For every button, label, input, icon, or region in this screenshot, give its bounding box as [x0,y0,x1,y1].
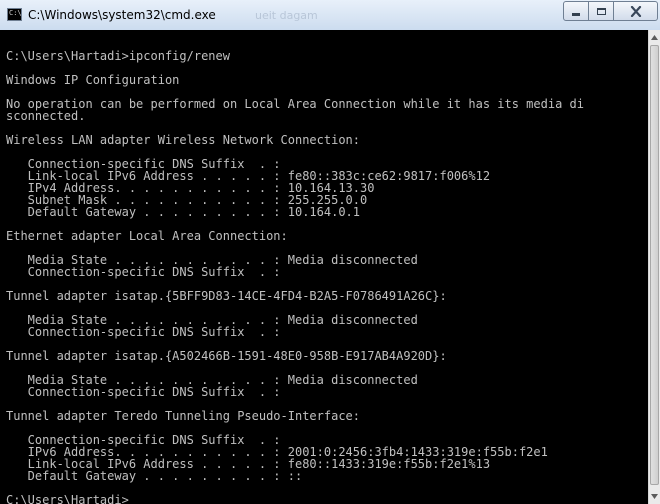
console-line: C:\Users\Hartadi>ipconfig/renew [6,49,230,63]
console-line: Connection-specific DNS Suffix . : [6,265,281,279]
maximize-button[interactable] [588,1,614,21]
console-line: Default Gateway . . . . . . . . . : 10.1… [6,205,361,219]
console-icon[interactable]: C:\ [7,8,22,21]
console-line: No operation can be performed on Local A… [6,97,584,111]
minimize-icon [572,12,580,16]
scroll-down-button[interactable] [649,489,660,504]
arrow-up-icon [651,35,658,40]
console-line: Ethernet adapter Local Area Connection: [6,229,288,243]
cmd-window: C:\ C:\Windows\system32\cmd.exe ueit dag… [0,0,660,504]
console-line: C:\Users\Hartadi> [6,493,129,504]
console-line: Default Gateway . . . . . . . . . : :: [6,469,303,483]
title-bar[interactable]: C:\ C:\Windows\system32\cmd.exe ueit dag… [0,0,660,30]
console-line: sconnected. [6,109,86,123]
console-line: Wireless LAN adapter Wireless Network Co… [6,133,361,147]
console-line: Windows IP Configuration [6,73,180,87]
scroll-up-button[interactable] [649,30,660,45]
close-button[interactable] [613,1,658,21]
console-line: Tunnel adapter isatap.{5BFF9D83-14CE-4FD… [6,289,447,303]
background-window-text: ueit dagam [255,9,318,22]
arrow-down-icon [651,494,658,499]
console-line: Tunnel adapter Teredo Tunneling Pseudo-I… [6,409,361,423]
minimize-button[interactable] [563,1,589,21]
console-line: Tunnel adapter isatap.{A502466B-1591-48E… [6,349,447,363]
console-output-area[interactable]: C:\Users\Hartadi>ipconfig/renew Windows I… [0,30,648,504]
vertical-scrollbar[interactable] [648,30,660,504]
window-title: C:\Windows\system32\cmd.exe [28,8,216,22]
console-line: Connection-specific DNS Suffix . : [6,325,281,339]
scroll-thumb[interactable] [650,45,659,485]
console-line: Connection-specific DNS Suffix . : [6,385,281,399]
close-icon [630,5,641,17]
console-text: C:\Users\Hartadi>ipconfig/renew Windows I… [0,30,648,504]
maximize-icon [596,7,606,15]
